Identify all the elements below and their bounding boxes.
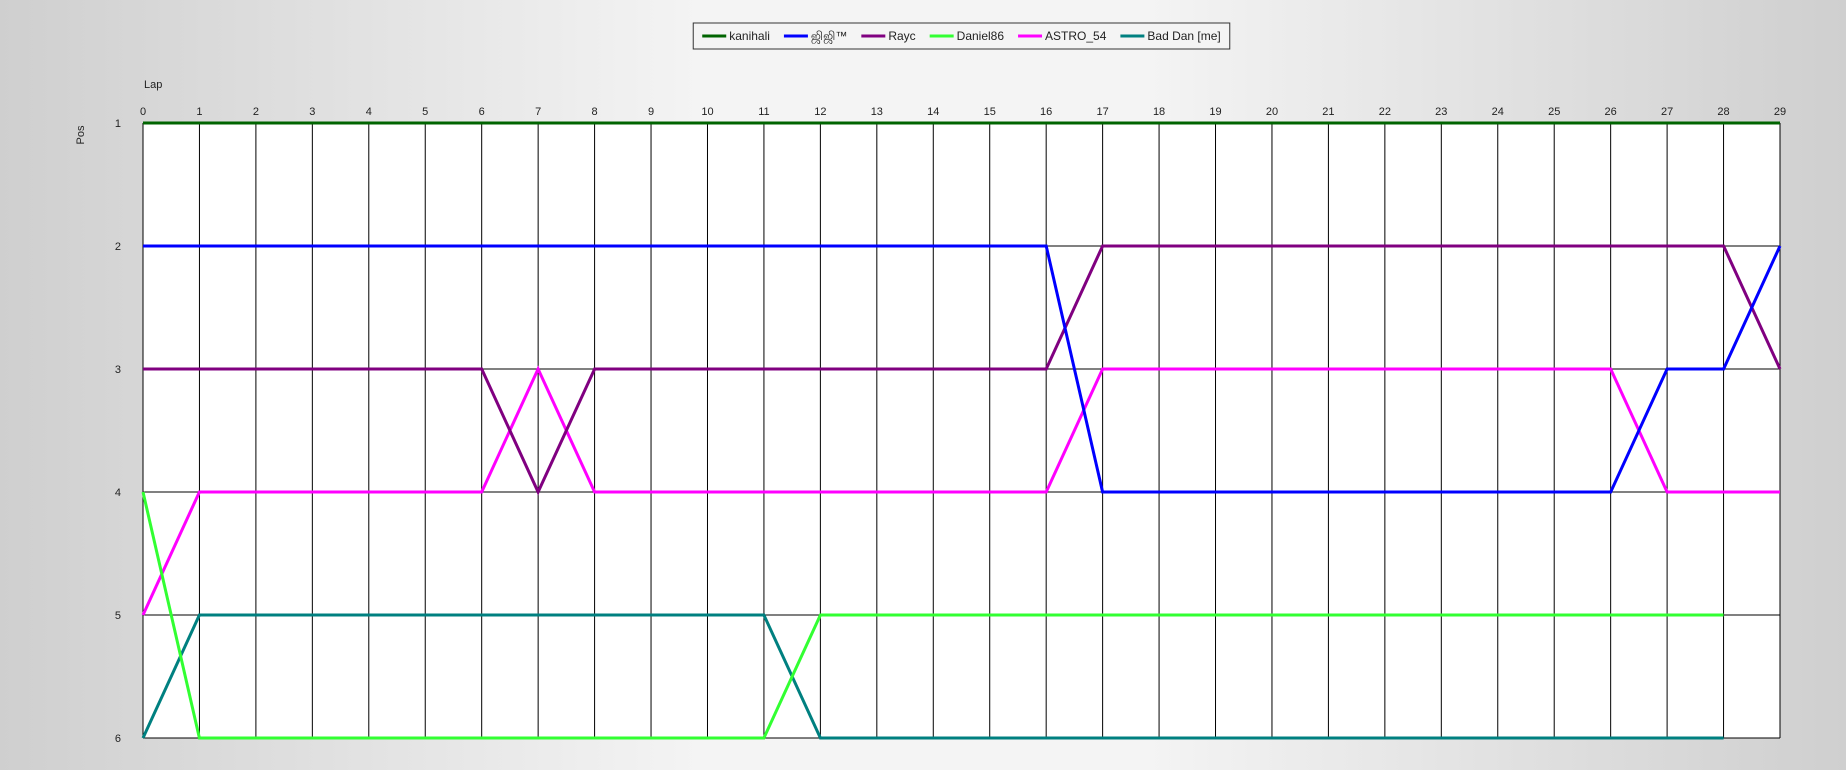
x-tick-label: 19 bbox=[1209, 106, 1221, 118]
x-tick-label: 11 bbox=[758, 106, 769, 118]
x-tick-label: 2 bbox=[253, 106, 259, 118]
legend-label: ASTRO_54 bbox=[1045, 29, 1107, 43]
y-tick-label: 1 bbox=[115, 118, 121, 130]
x-tick-label: 6 bbox=[479, 106, 485, 118]
x-tick-label: 3 bbox=[309, 106, 315, 118]
x-tick-label: 17 bbox=[1096, 106, 1108, 118]
x-axis-title: Lap bbox=[144, 79, 162, 91]
legend-label: ஜிஜி™ bbox=[811, 29, 847, 44]
legend-label: Rayc bbox=[888, 29, 915, 43]
x-tick-label: 26 bbox=[1605, 106, 1617, 118]
legend: kanihali ஜிஜி™ Rayc Daniel86 ASTRO_54 Bad Dan… bbox=[692, 22, 1231, 50]
x-tick-label: 22 bbox=[1379, 106, 1391, 118]
x-tick-label: 12 bbox=[814, 106, 826, 118]
race-position-chart: kanihali ஜிஜி™ Rayc Daniel86 ASTRO_54 Bad Dan… bbox=[75, 22, 1786, 745]
x-tick-label: 25 bbox=[1548, 106, 1560, 118]
x-tick-label: 21 bbox=[1322, 106, 1334, 118]
legend-label: kanihali bbox=[729, 29, 770, 43]
x-tick-label: 18 bbox=[1153, 106, 1165, 118]
x-tick-label: 5 bbox=[422, 106, 428, 118]
legend-label: Bad Dan [me] bbox=[1147, 29, 1220, 43]
x-tick-label: 0 bbox=[140, 106, 146, 118]
x-tick-label: 29 bbox=[1774, 106, 1786, 118]
x-tick-label: 8 bbox=[592, 106, 598, 118]
x-tick-labels: 0 1 2 3 4 5 6 7 8 9 10 11 12 13 14 15 16 17 18 19 20 21 22 23 24… bbox=[140, 106, 1786, 118]
plot-area bbox=[143, 123, 1780, 738]
x-tick-label: 10 bbox=[701, 106, 713, 118]
y-tick-label: 2 bbox=[115, 241, 121, 253]
x-tick-label: 24 bbox=[1492, 106, 1504, 118]
x-tick-label: 14 bbox=[927, 106, 939, 118]
y-tick-label: 5 bbox=[115, 610, 121, 622]
y-tick-label: 3 bbox=[115, 364, 121, 376]
x-tick-label: 9 bbox=[648, 106, 654, 118]
x-tick-label: 27 bbox=[1661, 106, 1673, 118]
y-tick-label: 4 bbox=[115, 487, 121, 499]
x-tick-label: 28 bbox=[1717, 106, 1729, 118]
x-tick-label: 20 bbox=[1266, 106, 1278, 118]
x-tick-label: 4 bbox=[366, 106, 372, 118]
legend-label: Daniel86 bbox=[957, 29, 1005, 43]
y-axis-title: Pos bbox=[75, 125, 87, 144]
x-tick-label: 1 bbox=[196, 106, 202, 118]
x-tick-label: 7 bbox=[535, 106, 541, 118]
x-tick-label: 16 bbox=[1040, 106, 1052, 118]
x-tick-label: 15 bbox=[984, 106, 996, 118]
y-tick-labels: 1 2 3 4 5 6 bbox=[115, 118, 121, 745]
y-tick-label: 6 bbox=[115, 733, 121, 745]
x-tick-label: 13 bbox=[871, 106, 883, 118]
x-tick-label: 23 bbox=[1435, 106, 1447, 118]
